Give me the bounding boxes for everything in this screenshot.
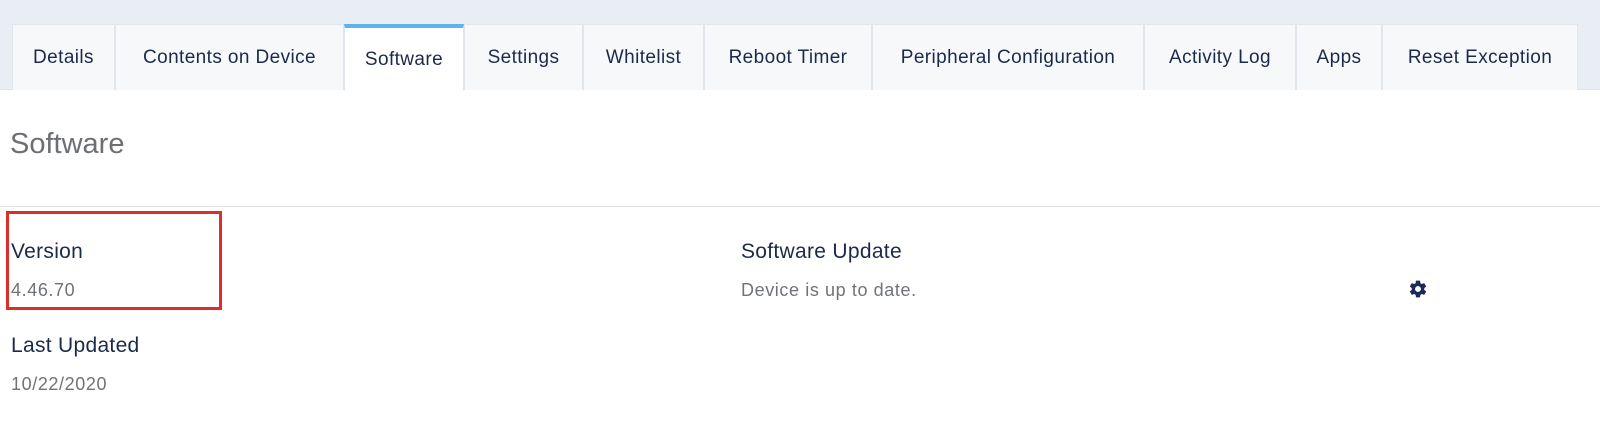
tab-label: Apps bbox=[1316, 46, 1362, 68]
tab-label: Whitelist bbox=[605, 46, 682, 68]
software-update-label: Software Update bbox=[741, 240, 902, 263]
tab-bar: Details Contents on Device Software Sett… bbox=[0, 0, 1600, 91]
tab-details[interactable]: Details bbox=[12, 24, 115, 90]
tab-contents-on-device[interactable]: Contents on Device bbox=[115, 24, 344, 90]
page-title: Software bbox=[10, 128, 125, 160]
tab-label: Peripheral Configuration bbox=[900, 46, 1116, 68]
tab-label: Contents on Device bbox=[142, 46, 316, 68]
tab-activity-log[interactable]: Activity Log bbox=[1144, 24, 1296, 90]
section-divider bbox=[0, 206, 1600, 207]
tab-label: Activity Log bbox=[1169, 46, 1271, 68]
tab-label: Reset Exception bbox=[1407, 46, 1553, 68]
tab-software[interactable]: Software bbox=[344, 24, 464, 91]
tab-label: Reboot Timer bbox=[728, 46, 848, 68]
version-label: Version bbox=[11, 240, 84, 263]
tab-whitelist[interactable]: Whitelist bbox=[583, 24, 704, 90]
last-updated-value: 10/22/2020 bbox=[11, 374, 108, 394]
version-value: 4.46.70 bbox=[11, 280, 76, 300]
tab-apps[interactable]: Apps bbox=[1296, 24, 1382, 90]
tab-label: Details bbox=[33, 46, 94, 68]
software-update-status: Device is up to date. bbox=[741, 280, 917, 300]
tab-peripheral-configuration[interactable]: Peripheral Configuration bbox=[872, 24, 1144, 90]
gear-icon[interactable] bbox=[1408, 279, 1428, 299]
last-updated-label: Last Updated bbox=[11, 334, 140, 357]
tab-label: Settings bbox=[487, 46, 560, 68]
tab-settings[interactable]: Settings bbox=[464, 24, 583, 90]
tab-reset-exception[interactable]: Reset Exception bbox=[1382, 24, 1578, 90]
tab-reboot-timer[interactable]: Reboot Timer bbox=[704, 24, 872, 90]
tab-label: Software bbox=[364, 48, 444, 70]
